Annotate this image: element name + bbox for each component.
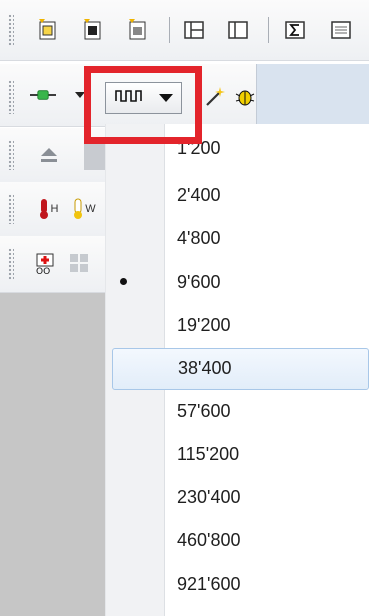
menu-item-label: 115'200 xyxy=(177,444,240,464)
layout-icon[interactable] xyxy=(181,17,207,43)
eject-icon[interactable] xyxy=(36,142,62,168)
medical-kit-icon[interactable]: OO xyxy=(32,250,58,276)
menu-item-label: 460'800 xyxy=(177,530,241,550)
thermometer-w-icon[interactable]: W xyxy=(68,196,100,222)
toolbar-grip[interactable] xyxy=(8,80,14,114)
save-file-icon[interactable] xyxy=(80,16,106,42)
baud-option-115200[interactable]: 115'200 xyxy=(106,434,369,475)
menu-item-label: 19'200 xyxy=(177,315,231,335)
toolbar-row-5: OO xyxy=(0,236,118,293)
thermometer-w-label: W xyxy=(85,203,96,215)
baud-option-921600[interactable]: 921'600 xyxy=(106,564,369,605)
thermometer-h-icon[interactable]: H xyxy=(32,196,64,222)
toolbar-grip[interactable] xyxy=(8,14,14,46)
menu-item-label: 57'600 xyxy=(177,401,231,421)
menu-item-label: 230'400 xyxy=(177,487,241,507)
magic-wand-icon[interactable] xyxy=(202,84,228,110)
sum-icon[interactable] xyxy=(282,17,308,43)
menu-item-label: 4'800 xyxy=(177,228,221,248)
baud-option-230400[interactable]: 230'400 xyxy=(106,477,369,518)
new-file-icon[interactable] xyxy=(125,16,151,42)
baud-option-38400[interactable]: 38'400 xyxy=(112,348,369,390)
open-file-icon[interactable] xyxy=(35,16,61,42)
toolbar-grip[interactable] xyxy=(8,194,14,224)
highlight-annotation xyxy=(84,66,202,144)
toolbar-row-1 xyxy=(0,0,369,61)
thermometer-h-label: H xyxy=(50,203,59,215)
baud-option-4800[interactable]: 4'800 xyxy=(106,218,369,259)
toolbar-grip[interactable] xyxy=(8,248,14,280)
toolbar-empty-area xyxy=(256,64,369,126)
toolbar-row-4: H W xyxy=(0,182,118,237)
bug-icon[interactable] xyxy=(232,84,258,110)
connector-icon[interactable] xyxy=(30,82,56,108)
selected-bullet-icon xyxy=(120,278,127,285)
toolbar-grip[interactable] xyxy=(8,140,14,170)
baud-option-2400[interactable]: 2'400 xyxy=(106,175,369,216)
menu-item-label: 38'400 xyxy=(178,358,232,378)
baud-option-57600[interactable]: 57'600 xyxy=(106,391,369,432)
disabled-button xyxy=(84,142,106,170)
grid-icon[interactable] xyxy=(66,250,92,276)
panel-icon[interactable] xyxy=(225,17,251,43)
toolbar-separator xyxy=(169,17,170,43)
baud-option-9600[interactable]: 9'600 xyxy=(106,262,369,303)
baud-option-19200[interactable]: 19'200 xyxy=(106,305,369,346)
list-icon[interactable] xyxy=(328,17,354,43)
menu-item-label: 2'400 xyxy=(177,185,221,205)
toolbar-separator xyxy=(268,17,269,43)
workspace-background xyxy=(0,290,118,616)
menu-item-label: 921'600 xyxy=(177,574,241,594)
svg-text:OO: OO xyxy=(36,267,50,275)
menu-item-label: 9'600 xyxy=(177,272,221,292)
app-window: H W OO 1'200 2'400 4'800 9'600 19'200 38… xyxy=(0,0,369,616)
baud-option-460800[interactable]: 460'800 xyxy=(106,520,369,561)
